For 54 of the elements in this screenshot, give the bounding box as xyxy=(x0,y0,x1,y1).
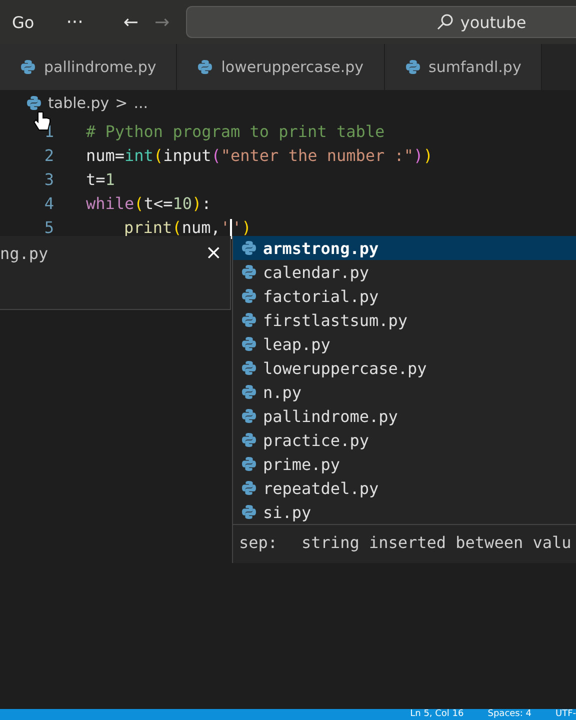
suggestion-item[interactable]: practice.py xyxy=(233,428,576,452)
python-file-icon xyxy=(241,312,257,328)
line-number: 5 xyxy=(43,217,55,239)
search-icon xyxy=(436,13,454,31)
python-file-icon xyxy=(197,59,214,75)
python-file-icon xyxy=(241,360,257,376)
code-line: num=int(input("enter the number :")) xyxy=(86,145,433,167)
status-item[interactable]: Spaces: 4 xyxy=(488,709,532,720)
breadcrumb-separator: > xyxy=(115,94,128,112)
line-number: 3 xyxy=(43,169,55,191)
breadcrumb-file[interactable]: table.py xyxy=(48,94,110,112)
python-file-icon xyxy=(241,288,257,304)
close-button[interactable]: × xyxy=(205,240,222,309)
python-file-icon xyxy=(241,408,257,424)
breadcrumb-more[interactable]: ... xyxy=(134,94,148,112)
status-item[interactable]: Ln 5, Col 16 xyxy=(410,709,464,720)
editor-tab[interactable]: loweruppercase.py xyxy=(177,44,385,90)
python-file-icon xyxy=(241,384,257,400)
python-file-icon xyxy=(26,95,42,111)
suggestion-item[interactable]: firstlastsum.py xyxy=(233,308,576,332)
parameter-doc: string inserted between valu xyxy=(302,533,572,554)
python-file-icon xyxy=(241,480,257,496)
more-button[interactable]: ··· xyxy=(66,12,84,32)
go-menu[interactable]: Go xyxy=(12,12,34,32)
suggestion-item[interactable]: pallindrome.py xyxy=(233,404,576,428)
suggestion-item[interactable]: repeatdel.py xyxy=(233,476,576,500)
suggestion-item[interactable]: prime.py xyxy=(233,452,576,476)
code-line: while(t<=10): xyxy=(86,193,212,215)
python-file-icon xyxy=(404,59,421,75)
python-file-icon xyxy=(241,264,257,280)
editor-tab[interactable]: pallindrome.py xyxy=(0,44,178,90)
code-line: # Python program to print table xyxy=(86,121,385,143)
line-number: 4 xyxy=(43,193,55,215)
parameter-name: sep: xyxy=(239,533,278,554)
status-item[interactable]: UTF- xyxy=(555,709,576,720)
python-file-icon xyxy=(241,456,257,472)
suggestion-item[interactable]: factorial.py xyxy=(233,284,576,308)
python-file-icon xyxy=(20,59,36,75)
command-search-field[interactable]: youtube xyxy=(186,6,576,38)
suggestion-item[interactable]: armstrong.py xyxy=(233,236,576,260)
line-number: 2 xyxy=(43,145,55,167)
python-file-icon xyxy=(241,432,257,448)
suggestion-item[interactable]: loweruppercase.py xyxy=(233,356,576,380)
python-file-icon xyxy=(241,336,257,352)
back-button[interactable]: ← xyxy=(123,12,138,32)
suggestion-item[interactable]: calendar.py xyxy=(233,260,576,284)
suggestion-item[interactable]: si.py xyxy=(233,500,576,524)
code-line: t=1 xyxy=(86,169,115,191)
suggestion-item[interactable]: leap.py xyxy=(233,332,576,356)
suggestion-item[interactable]: n.py xyxy=(233,380,576,404)
python-file-icon xyxy=(241,240,257,256)
editor-tab[interactable]: sumfandl.py xyxy=(384,44,542,90)
python-file-icon xyxy=(241,504,257,520)
peek-file-title: ng.py xyxy=(0,244,48,265)
